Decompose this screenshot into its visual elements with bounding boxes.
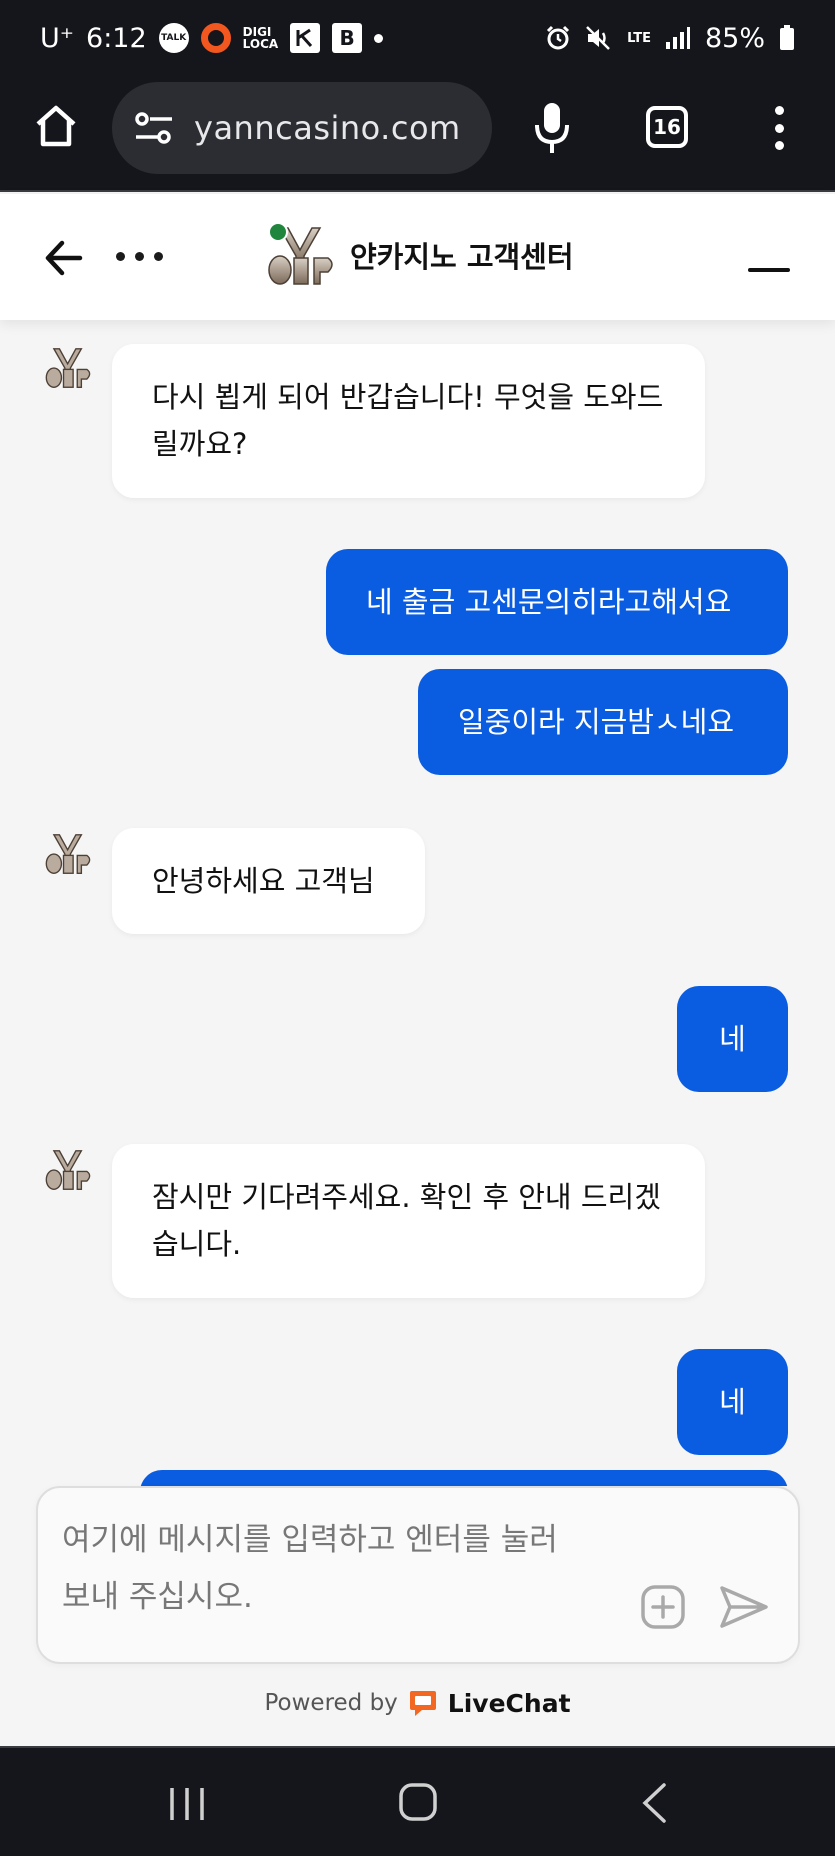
online-status-dot [268, 222, 288, 242]
visitor-message: 일중이라 지금밤ㅅ네요 [418, 669, 788, 775]
battery-level: 85% [704, 22, 765, 54]
digi-line2: LOCA [242, 37, 279, 51]
livechat-logo-icon[interactable] [408, 1688, 438, 1718]
message-list[interactable]: 다시 뵙게 되어 반갑습니다! 무엇을 도와드릴까요? 네 출금 고센문의히라고… [0, 320, 835, 1486]
kakaotalk-icon: TALK [158, 23, 189, 53]
visitor-message: 네 [677, 1349, 788, 1455]
b-app-icon: B [332, 23, 363, 53]
browser-menu-icon[interactable] [774, 106, 784, 150]
message-composer [36, 1486, 800, 1664]
agent-message: 안녕하세요 고객님 [112, 828, 425, 934]
home-nav-icon[interactable] [398, 1782, 438, 1822]
message-text: 네 [719, 1384, 746, 1419]
carrier-label: U⁺ [40, 22, 75, 54]
site-settings-icon[interactable] [134, 110, 174, 146]
more-options-icon[interactable] [116, 252, 163, 261]
status-left: U⁺ 6:12 TALK DIGI LOCA B [40, 22, 384, 54]
back-nav-icon[interactable] [640, 1782, 668, 1824]
alarm-icon [547, 25, 570, 50]
tab-switcher-button[interactable]: 16 [646, 106, 688, 148]
back-arrow-icon[interactable] [44, 238, 84, 278]
agent-message: 다시 뵙게 되어 반갑습니다! 무엇을 도와드릴까요? [112, 344, 705, 498]
visitor-message: 네 출금 고센문의히라고해서요 [326, 549, 788, 655]
powered-by-label: Powered by [264, 1690, 398, 1716]
record-icon [200, 23, 231, 53]
agent-message: 잠시만 기다려주세요. 확인 후 안내 드리겠습니다. [112, 1144, 705, 1298]
status-right: LTE 85% [545, 23, 795, 54]
network-type: LTE [627, 30, 651, 46]
url-text: yanncasino.com [194, 109, 461, 147]
digiloca-icon: DIGI LOCA [243, 26, 279, 50]
send-icon[interactable] [718, 1584, 770, 1630]
system-navigation-bar [0, 1746, 835, 1856]
mute-icon [586, 26, 610, 50]
address-bar[interactable]: yanncasino.com [112, 82, 492, 174]
browser-toolbar: yanncasino.com 16 [0, 76, 835, 192]
signal-icon [665, 27, 690, 49]
k-app-icon [290, 23, 321, 53]
visitor-message: 네 [677, 986, 788, 1092]
composer-area: Powered by LiveChat [0, 1486, 835, 1746]
battery-icon [780, 25, 794, 50]
message-input[interactable] [62, 1512, 562, 1642]
message-text: 다시 뵙게 되어 반갑습니다! 무엇을 도와드릴까요? [152, 380, 664, 461]
microphone-icon[interactable] [532, 100, 572, 156]
powered-by-footer: Powered by LiveChat [0, 1688, 835, 1718]
clock: 6:12 [86, 22, 147, 54]
chat-header: 얀카지노 고객센터 [0, 194, 835, 320]
message-text: 잠시만 기다려주세요. 확인 후 안내 드리겠습니다. [152, 1180, 661, 1261]
recent-apps-icon[interactable] [168, 1786, 206, 1822]
agent-avatar-icon [45, 348, 91, 388]
message-text: 네 [719, 1021, 746, 1056]
agent-avatar-icon [45, 834, 91, 874]
status-bar: U⁺ 6:12 TALK DIGI LOCA B LTE 85% [0, 0, 835, 76]
message-text: 안녕하세요 고객님 [152, 863, 375, 898]
notification-dot-icon [374, 33, 384, 43]
minimize-icon[interactable] [748, 268, 790, 272]
message-text: 네 출금 고센문의히라고해서요 [366, 584, 732, 619]
home-icon[interactable] [32, 102, 80, 150]
livechat-brand[interactable]: LiveChat [448, 1689, 571, 1718]
add-attachment-icon[interactable] [640, 1584, 686, 1630]
chat-title: 얀카지노 고객센터 [350, 240, 574, 274]
visitor-message-partial [140, 1470, 788, 1486]
agent-avatar-icon [45, 1150, 91, 1190]
message-text: 일중이라 지금밤ㅅ네요 [458, 704, 735, 739]
